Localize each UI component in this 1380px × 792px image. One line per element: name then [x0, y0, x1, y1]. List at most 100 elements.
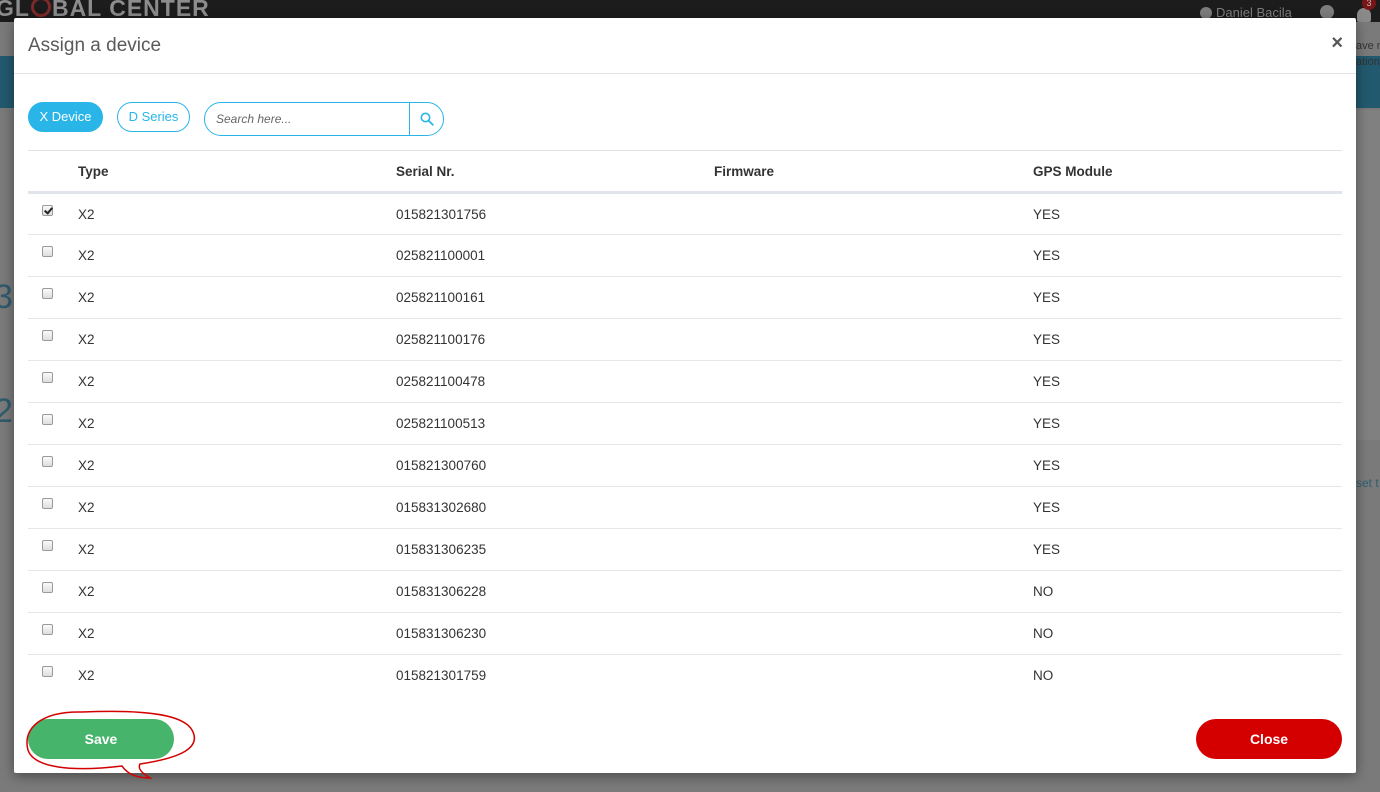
table-row[interactable]: X2 015831302680 YES: [28, 486, 1342, 529]
cell-gps: YES: [1033, 402, 1342, 445]
row-checkbox[interactable]: [42, 246, 53, 257]
cell-gps: YES: [1033, 528, 1342, 571]
cell-gps: NO: [1033, 668, 1054, 684]
cell-serial: 025821100176: [396, 318, 714, 361]
close-button[interactable]: Close: [1196, 719, 1342, 759]
cell-firmware: [714, 318, 1033, 361]
table-row[interactable]: X2 025821100161 YES: [28, 276, 1342, 319]
table-row[interactable]: X2 015821300760 YES: [28, 444, 1342, 487]
row-checkbox[interactable]: [42, 288, 53, 299]
header-firmware[interactable]: Firmware: [714, 150, 1033, 194]
search-box: [204, 102, 444, 136]
table-row[interactable]: X2 015831306230 NO: [28, 612, 1342, 655]
cell-serial: 025821100513: [396, 402, 714, 445]
devices-table: Type Serial Nr. Firmware GPS Module X2 01…: [28, 150, 1342, 697]
cell-type: X2: [78, 192, 396, 235]
cell-type: X2: [78, 528, 396, 571]
cell-type: X2: [78, 444, 396, 487]
cell-gps: YES: [1033, 444, 1342, 487]
cell-type: X2: [78, 402, 396, 445]
cell-serial: 015831302680: [396, 486, 714, 529]
filter-d-series[interactable]: D Series: [117, 102, 190, 132]
row-checkbox[interactable]: [42, 456, 53, 467]
table-row[interactable]: X2 025821100513 YES: [28, 402, 1342, 445]
save-button[interactable]: Save: [28, 719, 174, 759]
row-select-cell: [28, 655, 78, 697]
cell-firmware: [714, 234, 1033, 277]
cell-serial: 015831306228: [396, 570, 714, 613]
cell-gps: NO: [1033, 570, 1342, 613]
table-row[interactable]: X2 015831306228 NO: [28, 570, 1342, 613]
row-checkbox[interactable]: [42, 414, 53, 425]
cell-type: X2: [78, 668, 95, 684]
row-checkbox[interactable]: [42, 624, 53, 635]
logo-ring-icon: [30, 0, 51, 17]
row-checkbox[interactable]: [42, 582, 53, 593]
filter-x-device[interactable]: X Device: [28, 102, 103, 132]
cell-firmware: [714, 570, 1033, 613]
cell-type: X2: [78, 612, 396, 655]
cell-gps: YES: [1033, 486, 1342, 529]
cell-gps: YES: [1033, 360, 1342, 403]
cell-serial: 015831306230: [396, 612, 714, 655]
header-select: [28, 150, 78, 194]
row-checkbox[interactable]: [42, 498, 53, 509]
header-serial[interactable]: Serial Nr.: [396, 150, 714, 194]
cell-firmware: [714, 192, 1033, 235]
row-select-cell: [28, 276, 78, 319]
row-select-cell: [28, 528, 78, 571]
row-checkbox[interactable]: [42, 330, 53, 341]
cell-firmware: [714, 528, 1033, 571]
search-input[interactable]: [205, 103, 411, 135]
row-select-cell: [28, 570, 78, 613]
cell-firmware: [714, 402, 1033, 445]
cell-type: X2: [78, 318, 396, 361]
table-row[interactable]: X2 015821301756 YES: [28, 192, 1342, 235]
row-select-cell: [28, 318, 78, 361]
search-icon: [420, 112, 434, 126]
cell-gps: YES: [1033, 276, 1342, 319]
bell-icon[interactable]: [1357, 8, 1371, 22]
help-icon[interactable]: [1320, 5, 1334, 19]
notification-badge: 3: [1362, 0, 1376, 10]
table-row[interactable]: X2 025821100478 YES: [28, 360, 1342, 403]
table-header-row: Type Serial Nr. Firmware GPS Module: [28, 150, 1342, 194]
table-row[interactable]: X2 015831306235 YES: [28, 528, 1342, 571]
table-row[interactable]: X2 015821301759 NO: [28, 655, 1342, 697]
cell-type: X2: [78, 234, 396, 277]
cell-serial: 015831306235: [396, 528, 714, 571]
cell-type: X2: [78, 360, 396, 403]
row-select-cell: [28, 444, 78, 487]
cell-serial: 015821300760: [396, 444, 714, 487]
cell-firmware: [714, 612, 1033, 655]
header-type[interactable]: Type: [78, 150, 396, 194]
table-row[interactable]: X2 025821100001 YES: [28, 234, 1342, 277]
cell-firmware: [714, 655, 1033, 697]
table-row[interactable]: X2 025821100176 YES: [28, 318, 1342, 361]
assign-device-modal: Assign a device × X Device D Series Type…: [14, 18, 1356, 779]
cell-serial: 015821301759: [396, 668, 487, 684]
row-select-cell: [28, 486, 78, 529]
row-select-cell: [28, 402, 78, 445]
row-select-cell: [28, 360, 78, 403]
bg-link: set t: [1356, 476, 1379, 490]
notification-text: ave n ation: [1356, 40, 1380, 68]
row-select-cell: [28, 612, 78, 655]
row-checkbox[interactable]: [42, 666, 53, 678]
close-icon[interactable]: ×: [1331, 33, 1343, 53]
cell-serial: 025821100478: [396, 360, 714, 403]
cell-firmware: [714, 276, 1033, 319]
cell-firmware: [714, 444, 1033, 487]
modal-title: Assign a device: [28, 35, 162, 56]
cell-serial: 025821100001: [396, 234, 714, 277]
row-checkbox[interactable]: [42, 204, 53, 216]
row-select-cell: [28, 234, 78, 277]
modal-header: Assign a device ×: [14, 18, 1356, 74]
cell-gps: YES: [1033, 234, 1342, 277]
row-checkbox[interactable]: [42, 540, 53, 551]
cell-serial: 025821100161: [396, 276, 714, 319]
row-checkbox[interactable]: [42, 372, 53, 383]
search-button[interactable]: [409, 103, 443, 135]
header-gps[interactable]: GPS Module: [1033, 150, 1342, 194]
cell-gps: YES: [1033, 318, 1342, 361]
